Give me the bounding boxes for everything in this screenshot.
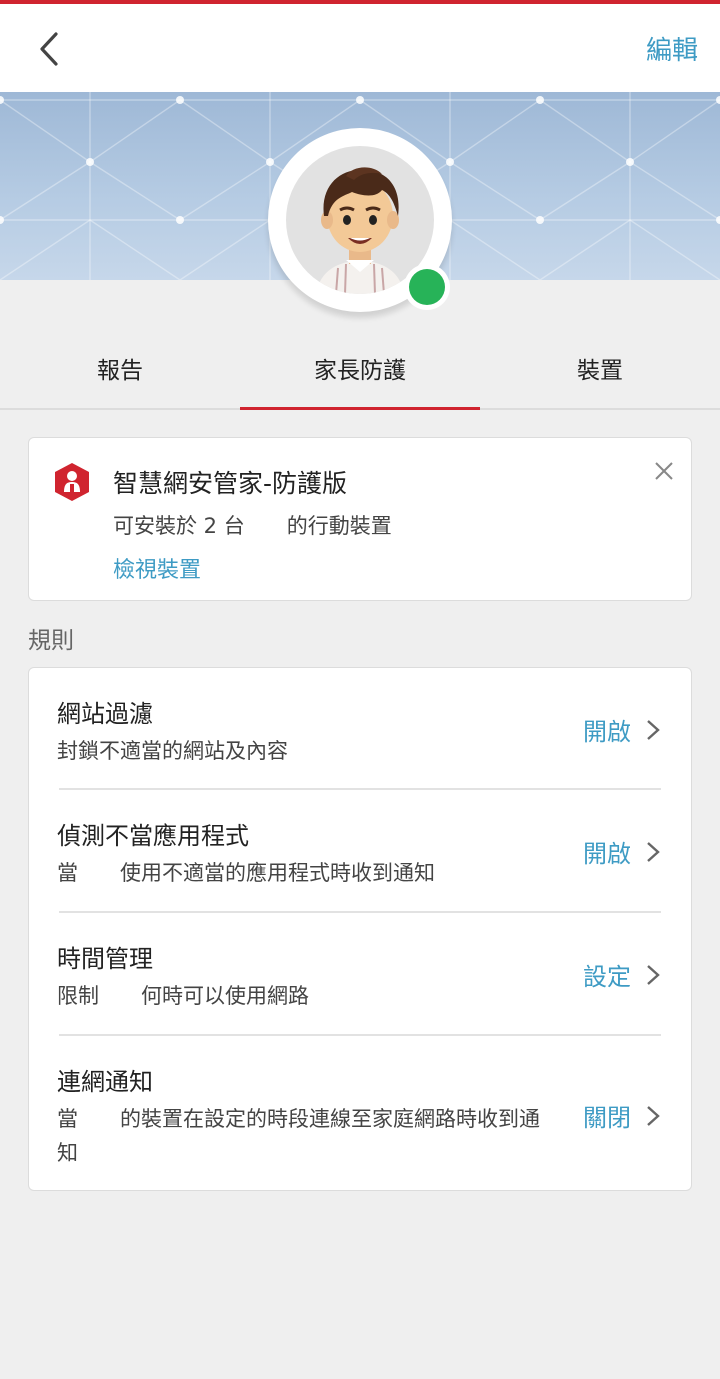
rule-status: 關閉 bbox=[583, 1104, 631, 1132]
back-button[interactable] bbox=[30, 26, 70, 72]
tab-report[interactable]: 報告 bbox=[0, 334, 240, 408]
rule-title: 網站過濾 bbox=[57, 700, 153, 728]
promo-subtitle: 可安裝於 2 台 的行動裝置 bbox=[113, 514, 392, 538]
chevron-right-icon bbox=[647, 720, 660, 740]
rule-description: 限制 何時可以使用網路 bbox=[57, 984, 309, 1008]
chevron-right-icon bbox=[647, 965, 660, 985]
rule-status: 開啟 bbox=[583, 718, 631, 746]
rule-item-connection-notification[interactable]: 連網通知 當 的裝置在設定的時段連線至家庭網路時收到通知 關閉 bbox=[29, 1036, 691, 1188]
rules-list: 網站過濾 封鎖不適當的網站及內容 開啟 偵測不當應用程式 當 使用不適當的應用程… bbox=[28, 667, 692, 1191]
rule-description: 當 使用不適當的應用程式時收到通知 bbox=[57, 861, 435, 885]
promo-title: 智慧網安管家-防護版 bbox=[113, 469, 348, 498]
rules-section-title: 規則 bbox=[28, 628, 74, 654]
promo-card: 智慧網安管家-防護版 可安裝於 2 台 的行動裝置 檢視裝置 bbox=[28, 437, 692, 601]
status-indicator bbox=[409, 269, 445, 305]
rule-title: 連網通知 bbox=[57, 1068, 153, 1096]
chevron-right-icon bbox=[647, 1106, 660, 1126]
rule-title: 偵測不當應用程式 bbox=[57, 822, 249, 850]
tab-devices[interactable]: 裝置 bbox=[480, 334, 720, 408]
rule-item-website-filter[interactable]: 網站過濾 封鎖不適當的網站及內容 開啟 bbox=[29, 668, 691, 790]
rule-status: 設定 bbox=[583, 963, 631, 991]
rule-description: 封鎖不適當的網站及內容 bbox=[57, 739, 288, 763]
chevron-right-icon bbox=[647, 842, 660, 862]
view-devices-link[interactable]: 檢視裝置 bbox=[113, 552, 201, 584]
rule-status: 開啟 bbox=[583, 840, 631, 868]
rule-description: 當 的裝置在設定的時段連線至家庭網路時收到通知 bbox=[57, 1107, 540, 1165]
chevron-left-icon bbox=[40, 32, 58, 66]
close-icon[interactable] bbox=[653, 460, 675, 482]
app-bar: 編輯 bbox=[0, 4, 720, 92]
online-status-dot bbox=[404, 264, 450, 310]
rule-item-time-management[interactable]: 時間管理 限制 何時可以使用網路 設定 bbox=[29, 913, 691, 1035]
tab-bar: 報告 家長防護 裝置 bbox=[0, 334, 720, 410]
rule-item-app-detection[interactable]: 偵測不當應用程式 當 使用不適當的應用程式時收到通知 開啟 bbox=[29, 790, 691, 912]
security-shield-icon bbox=[55, 463, 89, 501]
edit-button[interactable]: 編輯 bbox=[646, 30, 698, 67]
rule-title: 時間管理 bbox=[57, 945, 153, 973]
tab-parental-control[interactable]: 家長防護 bbox=[240, 334, 480, 410]
